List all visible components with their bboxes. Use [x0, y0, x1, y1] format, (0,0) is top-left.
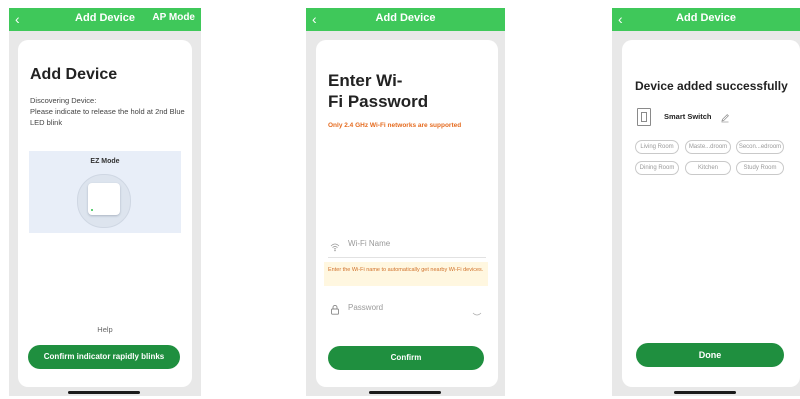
show-password-icon[interactable]: [472, 305, 482, 316]
confirm-blink-button[interactable]: Confirm indicator rapidly blinks: [28, 345, 180, 369]
led-indicator-icon: [91, 209, 93, 211]
top-bar: ‹ Add Device: [612, 8, 800, 31]
switch-device-icon: [637, 108, 651, 126]
room-chip[interactable]: Study Room: [736, 161, 784, 175]
ap-mode-link[interactable]: AP Mode: [152, 12, 195, 23]
content-card: Add Device Discovering Device: Please in…: [18, 40, 192, 387]
network-warning: Only 2.4 GHz Wi-Fi networks are supporte…: [328, 122, 462, 129]
wifi-hint-box: Enter the Wi-Fi name to automatically ge…: [324, 262, 488, 286]
phone-screen-success: ‹ Add Device Device added successfully S…: [612, 8, 800, 396]
success-heading: Device added successfully: [635, 79, 788, 93]
switch-rocker-icon: [641, 112, 647, 122]
page-heading: Add Device: [30, 66, 118, 83]
device-box-icon: [88, 183, 120, 215]
instructions-text: Please indicate to release the hold at 2…: [30, 107, 185, 127]
discovering-label: Discovering Device:: [30, 96, 97, 105]
room-chip[interactable]: Living Room: [635, 140, 679, 154]
screen-title: Add Device: [375, 12, 436, 24]
wifi-name-input[interactable]: Wi-Fi Name: [348, 239, 478, 248]
ez-mode-panel: EZ Mode: [29, 151, 181, 233]
wifi-icon: [330, 239, 340, 252]
screen-title: Add Device: [676, 12, 736, 24]
password-input[interactable]: Password: [348, 303, 458, 312]
heading-line-2: Fi Password: [328, 92, 429, 111]
phone-screen-discovering: ‹ Add Device AP Mode Add Device Discover…: [9, 8, 201, 396]
room-chip[interactable]: Kitchen: [685, 161, 731, 175]
divider: [328, 257, 486, 258]
device-illustration: [77, 174, 131, 228]
room-chip[interactable]: Dining Room: [635, 161, 679, 175]
content-card: Enter Wi- Fi Password Only 2.4 GHz Wi-Fi…: [316, 40, 498, 387]
help-link[interactable]: Help: [18, 325, 192, 334]
page-heading: Enter Wi- Fi Password: [328, 70, 428, 112]
home-indicator: [369, 391, 441, 394]
confirm-button[interactable]: Confirm: [328, 346, 484, 370]
lock-icon: [330, 302, 340, 315]
content-card: Device added successfully Smart Switch L…: [622, 40, 800, 387]
home-indicator: [674, 391, 736, 394]
phone-screen-wifi: ‹ Add Device Enter Wi- Fi Password Only …: [306, 8, 505, 396]
done-button[interactable]: Done: [636, 343, 784, 367]
top-bar: ‹ Add Device AP Mode: [9, 8, 201, 31]
top-bar: ‹ Add Device: [306, 8, 505, 31]
device-name: Smart Switch: [664, 112, 712, 121]
ez-mode-label: EZ Mode: [90, 158, 120, 165]
room-chip[interactable]: Secon...edroom: [736, 140, 784, 154]
edit-name-icon[interactable]: [720, 110, 730, 123]
room-chip[interactable]: Maste...droom: [685, 140, 731, 154]
heading-line-1: Enter Wi-: [328, 71, 403, 90]
home-indicator: [68, 391, 140, 394]
